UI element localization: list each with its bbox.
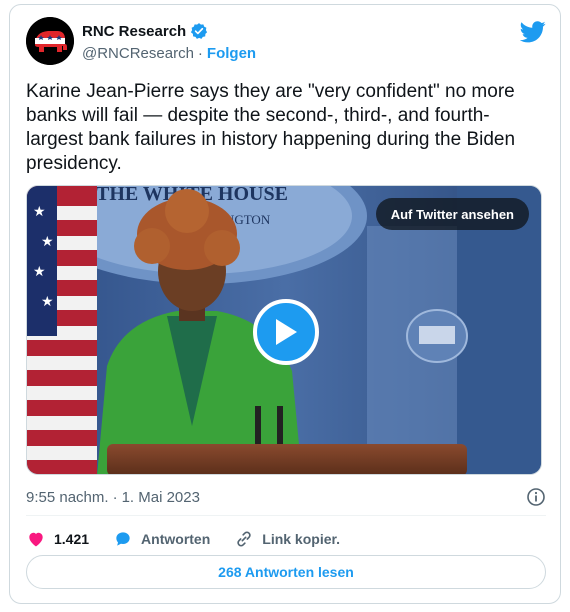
like-count: 1.421 <box>54 531 90 547</box>
like-button[interactable]: 1.421 <box>26 529 89 549</box>
play-button[interactable] <box>253 299 319 365</box>
tweet-text: Karine Jean-Pierre says they are "very c… <box>26 81 516 174</box>
svg-text:★: ★ <box>33 203 46 219</box>
play-icon <box>276 319 297 345</box>
svg-text:★: ★ <box>33 263 46 279</box>
author-handle-row: @RNCResearch · Folgen <box>82 45 256 62</box>
meta-separator: · <box>112 488 118 506</box>
author-handle[interactable]: @RNCResearch <box>82 45 194 62</box>
copy-link-button[interactable]: Link kopier. <box>234 529 340 549</box>
tweet-card: RNC Research @RNCResearch · Folgen Karin… <box>9 4 561 604</box>
author-name-row: RNC Research <box>82 22 208 40</box>
verified-badge-icon <box>191 23 208 39</box>
gop-elephant-logo <box>26 17 74 65</box>
watch-on-twitter-button[interactable]: Auf Twitter ansehen <box>375 198 529 230</box>
svg-text:★: ★ <box>41 293 54 309</box>
american-flag: ★ ★ ★ ★ <box>27 186 97 474</box>
tweet-time[interactable]: 9:55 nachm. <box>26 489 109 506</box>
tweet-date[interactable]: 1. Mai 2023 <box>122 489 200 506</box>
avatar[interactable] <box>26 17 74 65</box>
link-icon <box>237 531 251 547</box>
follow-button[interactable]: Folgen <box>207 45 256 62</box>
reply-button[interactable]: Antworten <box>113 529 210 549</box>
svg-text:★: ★ <box>41 233 54 249</box>
info-icon[interactable] <box>526 487 546 507</box>
twitter-bird-icon[interactable] <box>520 21 546 43</box>
handle-separator: · <box>197 45 203 62</box>
divider <box>26 515 546 516</box>
video-media[interactable]: THE WHITE HOUSE WASHINGTON ★ ★ ★ ★ <box>26 185 542 475</box>
reply-bubble-icon <box>116 532 130 546</box>
reply-label: Antworten <box>141 531 211 547</box>
heart-icon <box>29 532 43 547</box>
tweet-header: RNC Research @RNCResearch · Folgen <box>26 17 546 69</box>
copy-link-label: Link kopier. <box>262 531 341 547</box>
author-name[interactable]: RNC Research <box>82 23 186 40</box>
read-replies-button[interactable]: 268 Antworten lesen <box>26 555 546 589</box>
tweet-meta: 9:55 nachm. · 1. Mai 2023 <box>26 487 546 507</box>
action-bar: 1.421 Antworten Link kopier. <box>26 523 546 555</box>
